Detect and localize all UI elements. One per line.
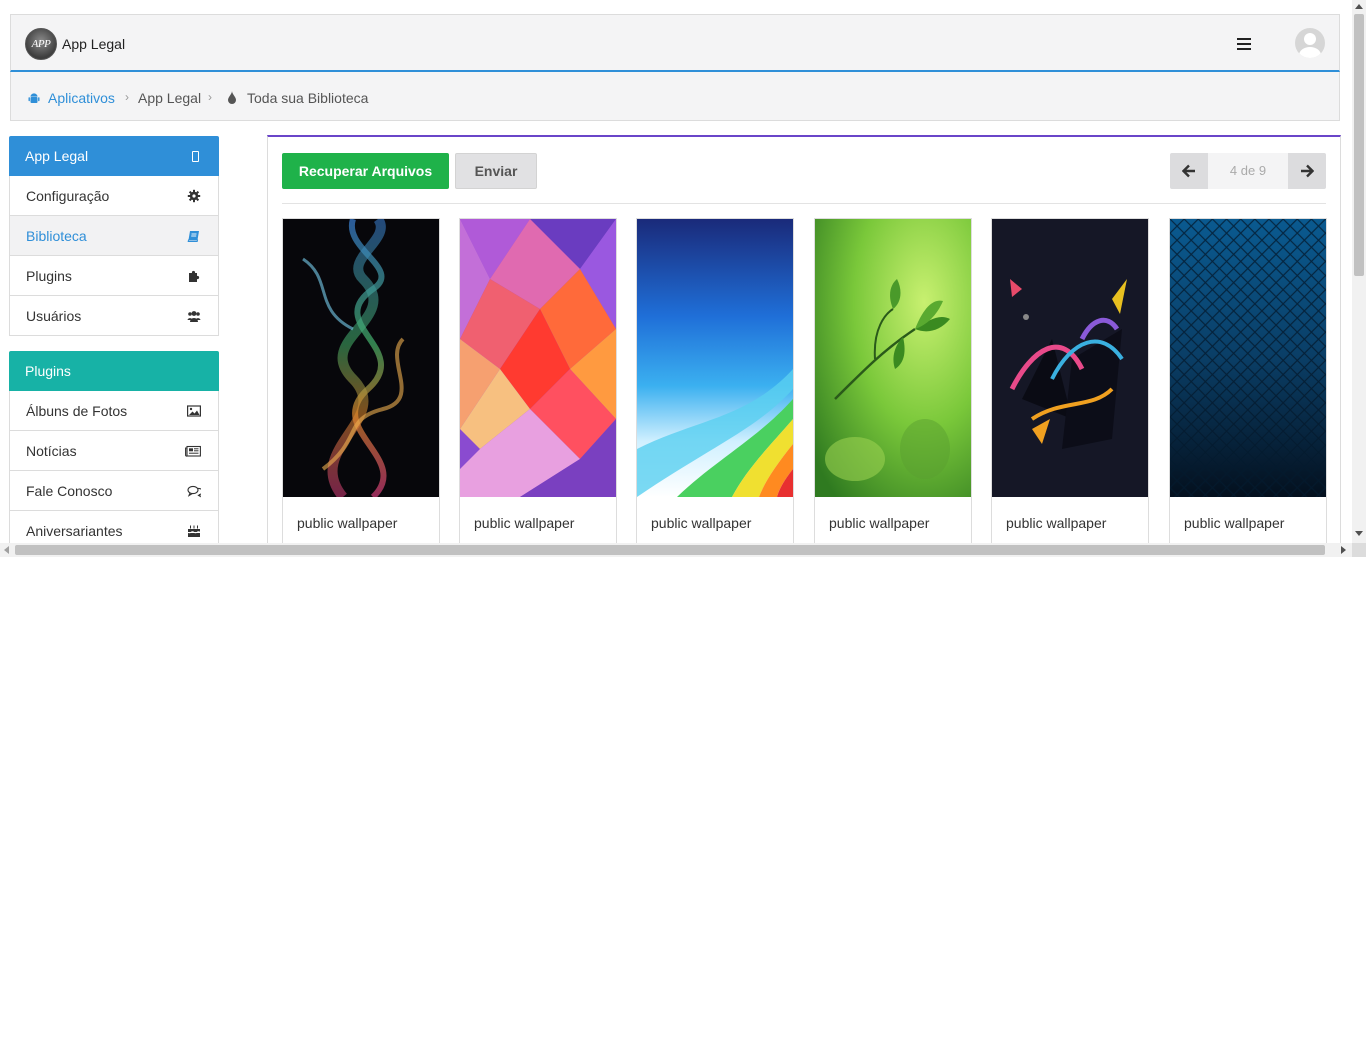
users-icon: [187, 311, 201, 322]
arrow-left-icon: [1182, 164, 1195, 178]
breadcrumb-separator: ›: [125, 90, 129, 104]
breadcrumb: Aplicativos › App Legal › Toda sua Bibli…: [10, 72, 1340, 121]
gallery-item[interactable]: public wallpaper: [1169, 218, 1327, 543]
sidebar-item-configuracao[interactable]: Configuração: [9, 176, 219, 216]
gallery-item[interactable]: public wallpaper: [282, 218, 440, 543]
gallery-item[interactable]: public wallpaper: [459, 218, 617, 543]
gallery-item-label: public wallpaper: [297, 515, 398, 531]
gear-icon: [187, 189, 201, 203]
sidebar-item-label: Configuração: [26, 188, 110, 204]
gallery-item-label: public wallpaper: [1006, 515, 1107, 531]
user-avatar[interactable]: [1295, 28, 1325, 58]
birthday-cake-icon: [187, 525, 201, 537]
scroll-left-icon[interactable]: [4, 546, 9, 554]
sidebar-item-plugins[interactable]: Plugins: [9, 256, 219, 296]
vertical-scrollbar[interactable]: [1352, 0, 1366, 543]
scroll-up-icon[interactable]: [1355, 4, 1363, 9]
pagination-status: 4 de 9: [1208, 153, 1288, 189]
sidebar-item-label: Fale Conosco: [26, 483, 113, 499]
sidebar-plugins-panel: Plugins Álbuns de Fotos Notícias Fale Co…: [9, 351, 219, 543]
prev-page-button[interactable]: [1170, 153, 1208, 189]
android-icon: [28, 93, 40, 103]
pagination: 4 de 9: [1170, 153, 1326, 189]
rainbow-wave-wallpaper-image: [637, 219, 793, 497]
breadcrumb-app-legal[interactable]: App Legal: [138, 90, 201, 106]
breadcrumb-aplicativos[interactable]: Aplicativos: [48, 90, 115, 106]
sidebar-item-label: Biblioteca: [26, 228, 87, 244]
app-logo[interactable]: APP: [25, 28, 57, 60]
sidebar-item-label: Plugins: [26, 268, 72, 284]
green-leaf-wallpaper-image: [815, 219, 971, 497]
chat-icon: [187, 485, 201, 498]
sidebar-app-panel: App Legal Configuração Biblioteca Plugin…: [9, 136, 219, 336]
panel-title: Plugins: [25, 363, 71, 379]
app-title[interactable]: App Legal: [62, 36, 125, 52]
blue-mosaic-wallpaper-image: [1170, 219, 1326, 497]
scroll-right-icon[interactable]: [1341, 546, 1346, 554]
library-card: Recuperar Arquivos Enviar 4 de 9 public …: [267, 135, 1341, 543]
sidebar-app-title[interactable]: App Legal: [9, 136, 219, 176]
vertical-scroll-thumb[interactable]: [1354, 14, 1364, 276]
panel-title: App Legal: [25, 148, 89, 164]
book-icon: [187, 231, 199, 242]
send-button[interactable]: Enviar: [455, 153, 537, 189]
gallery-item[interactable]: public wallpaper: [814, 218, 972, 543]
top-navbar: APP App Legal: [10, 14, 1340, 72]
image-icon: [187, 405, 201, 417]
newspaper-icon: [185, 445, 201, 457]
sidebar-item-usuarios[interactable]: Usuários: [9, 296, 219, 336]
smoke-wallpaper-image: [283, 219, 439, 501]
sidebar-item-label: Álbuns de Fotos: [26, 403, 128, 419]
next-page-button[interactable]: [1288, 153, 1326, 189]
scrollbar-corner: [1352, 543, 1366, 557]
gallery-item-label: public wallpaper: [1184, 515, 1285, 531]
sidebar-item-label: Aniversariantes: [26, 523, 123, 539]
recover-files-button[interactable]: Recuperar Arquivos: [282, 153, 449, 189]
page-viewport: APP App Legal Aplicativos › App Legal › …: [0, 0, 1352, 543]
gallery-item-label: public wallpaper: [829, 515, 930, 531]
sidebar-item-biblioteca[interactable]: Biblioteca: [9, 216, 219, 256]
arrow-right-icon: [1301, 164, 1314, 178]
scroll-down-icon[interactable]: [1355, 531, 1363, 536]
gallery-item-label: public wallpaper: [474, 515, 575, 531]
abstract-dark-wallpaper-image: [992, 219, 1148, 497]
sidebar-plugins-title[interactable]: Plugins: [9, 351, 219, 391]
gallery-item[interactable]: public wallpaper: [636, 218, 794, 543]
toolbar-divider: [282, 203, 1326, 204]
sidebar-item-fale-conosco[interactable]: Fale Conosco: [9, 471, 219, 511]
horizontal-scrollbar[interactable]: [0, 543, 1352, 557]
menu-icon[interactable]: [1237, 38, 1251, 50]
gallery-item-label: public wallpaper: [651, 515, 752, 531]
sidebar-item-label: Usuários: [26, 308, 82, 324]
sidebar-item-label: Notícias: [26, 443, 77, 459]
sidebar-item-aniversariantes[interactable]: Aniversariantes: [9, 511, 219, 543]
droplet-icon: [228, 91, 236, 104]
sidebar-item-noticias[interactable]: Notícias: [9, 431, 219, 471]
mobile-icon: [192, 151, 199, 162]
horizontal-scroll-thumb[interactable]: [15, 545, 1325, 555]
puzzle-icon: [189, 270, 200, 282]
breadcrumb-current: Toda sua Biblioteca: [247, 90, 369, 106]
gallery-item[interactable]: public wallpaper: [991, 218, 1149, 543]
breadcrumb-separator: ›: [208, 90, 212, 104]
sidebar-item-albuns[interactable]: Álbuns de Fotos: [9, 391, 219, 431]
polygon-wallpaper-image: [460, 219, 616, 497]
